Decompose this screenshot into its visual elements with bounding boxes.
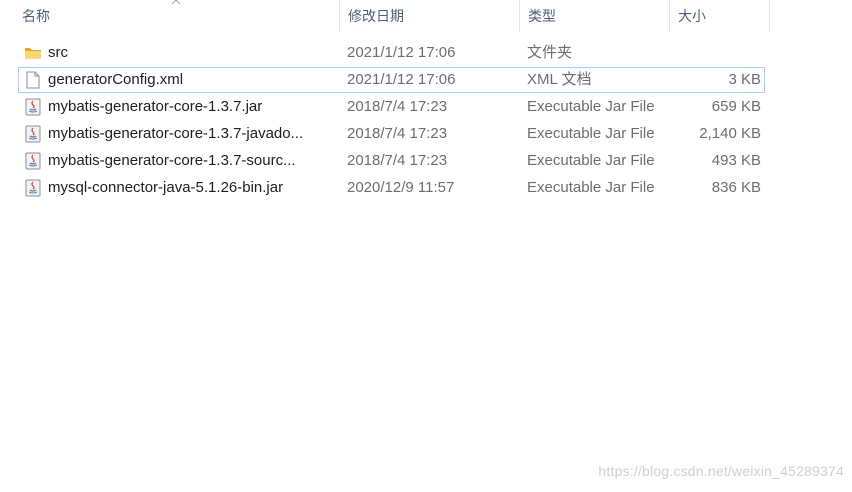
column-header-name[interactable]: 名称 xyxy=(14,0,340,32)
file-row-mysql-connector-jar[interactable]: mysql-connector-java-5.1.26-bin.jar 2020… xyxy=(18,175,765,201)
file-row-mybatis-core-jar[interactable]: mybatis-generator-core-1.3.7.jar 2018/7/… xyxy=(18,94,765,120)
file-type: 文件夹 xyxy=(527,44,573,61)
column-header-bar: 名称 修改日期 类型 大小 xyxy=(0,0,852,32)
jar-file-icon xyxy=(25,152,41,170)
file-date: 2018/7/4 17:23 xyxy=(347,152,448,169)
file-row-mybatis-sources-jar[interactable]: mybatis-generator-core-1.3.7-sourc... 20… xyxy=(18,148,765,174)
watermark: https://blog.csdn.net/weixin_45289374 xyxy=(598,463,844,479)
file-name: mybatis-generator-core-1.3.7-sourc... xyxy=(48,152,296,169)
file-row-mybatis-javadoc-jar[interactable]: mybatis-generator-core-1.3.7-javado... 2… xyxy=(18,121,765,147)
xml-file-icon xyxy=(26,71,40,89)
file-type: Executable Jar File xyxy=(527,179,655,196)
file-type: XML 文档 xyxy=(527,71,592,88)
file-name: generatorConfig.xml xyxy=(48,71,184,88)
jar-file-icon xyxy=(25,98,41,116)
folder-icon xyxy=(25,48,41,59)
file-size: 493 KB xyxy=(711,152,761,169)
file-date: 2018/7/4 17:23 xyxy=(347,125,448,142)
file-name: mybatis-generator-core-1.3.7.jar xyxy=(48,98,263,115)
file-type: Executable Jar File xyxy=(527,152,655,169)
jar-file-icon xyxy=(25,125,41,143)
file-size: 2,140 KB xyxy=(699,125,761,142)
file-name: mysql-connector-java-5.1.26-bin.jar xyxy=(48,179,284,196)
file-row-src[interactable]: src 2021/1/12 17:06 文件夹 xyxy=(18,40,765,66)
column-header-type[interactable]: 类型 xyxy=(520,0,670,32)
file-date: 2018/7/4 17:23 xyxy=(347,98,448,115)
file-size: 659 KB xyxy=(711,98,761,115)
file-date: 2021/1/12 17:06 xyxy=(347,71,456,88)
file-name: mybatis-generator-core-1.3.7-javado... xyxy=(48,125,304,142)
file-date: 2020/12/9 11:57 xyxy=(347,179,455,196)
file-row-generatorconfig[interactable]: generatorConfig.xml 2021/1/12 17:06 XML … xyxy=(18,67,765,93)
column-header-size[interactable]: 大小 xyxy=(670,0,770,32)
file-type: Executable Jar File xyxy=(527,98,655,115)
jar-file-icon xyxy=(25,179,41,197)
file-size xyxy=(671,41,761,65)
file-date: 2021/1/12 17:06 xyxy=(347,44,456,61)
column-header-date-modified[interactable]: 修改日期 xyxy=(340,0,520,32)
file-name: src xyxy=(48,44,68,61)
file-type: Executable Jar File xyxy=(527,125,655,142)
file-size: 3 KB xyxy=(728,71,761,88)
file-size: 836 KB xyxy=(711,179,761,196)
